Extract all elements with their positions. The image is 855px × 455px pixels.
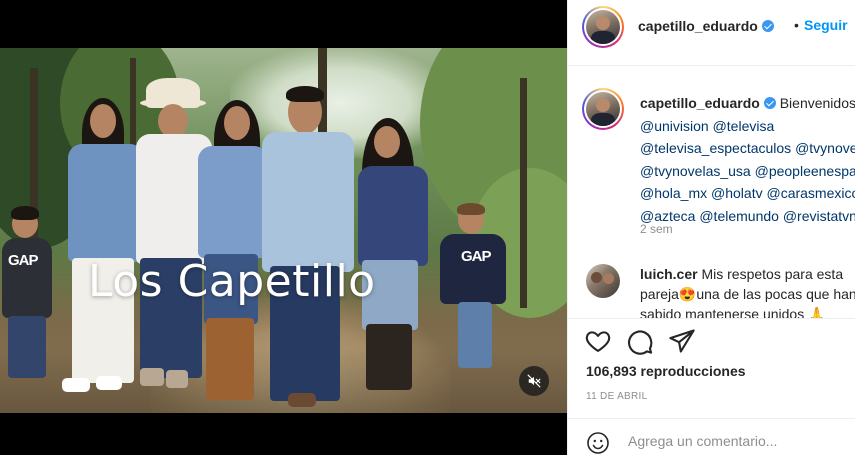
- child-jeans: [458, 302, 492, 368]
- avatar-border: [584, 8, 622, 46]
- comment-line-2: pareja😍una de las pocas que han: [640, 286, 855, 302]
- man-head: [158, 104, 188, 138]
- gap-logo-left: GAP: [8, 252, 38, 269]
- boot: [140, 368, 164, 386]
- caption-avatar[interactable]: [582, 88, 624, 130]
- caption-username[interactable]: capetillo_eduardo: [640, 95, 760, 111]
- child-jeans: [8, 316, 46, 378]
- caption-mentions-line[interactable]: @televisa_espectaculos @tvynovelas: [640, 137, 855, 160]
- post-actions: 106,893 reproducciones 11 DE ABRIL: [568, 318, 855, 418]
- emoji-picker-button[interactable]: [586, 431, 610, 455]
- child-hoodie: [440, 234, 506, 304]
- boot: [166, 370, 188, 388]
- mute-toggle-button[interactable]: [519, 366, 549, 396]
- woman-navy-top: [358, 166, 428, 266]
- woman-boots: [366, 324, 412, 390]
- caption-line-0: Bienvenidos: [779, 95, 855, 111]
- emoji-smile-icon: [587, 432, 609, 454]
- comment-line-3: sabido mantenerse unidos 🙏: [640, 306, 826, 318]
- header-username[interactable]: capetillo_eduardo: [638, 18, 774, 34]
- commenter-username[interactable]: luich.cer: [640, 266, 698, 282]
- avatar-image: [586, 92, 620, 126]
- caption-mentions-line[interactable]: @hola_mx @holatv @carasmexico: [640, 182, 855, 205]
- heart-icon: [585, 331, 611, 352]
- comment-line-1: Mis respetos para esta: [701, 266, 844, 282]
- header-avatar[interactable]: [582, 6, 624, 48]
- video-frame[interactable]: GAP GAP Los Capetillo: [0, 48, 567, 413]
- header-separator: •: [794, 17, 799, 33]
- video-overlay-title: Los Capetillo: [88, 256, 376, 307]
- comment-icon: [627, 330, 653, 355]
- commenter-avatar[interactable]: [586, 264, 620, 298]
- header-username-text[interactable]: capetillo_eduardo: [638, 18, 758, 34]
- sneaker: [96, 376, 122, 390]
- verified-badge-icon: [761, 20, 774, 32]
- paper-plane-icon: [669, 329, 695, 353]
- post-header: capetillo_eduardo • Seguir: [568, 0, 855, 66]
- woman-head: [90, 104, 116, 138]
- shoe: [288, 393, 316, 407]
- woman-denim-shirt: [68, 144, 144, 262]
- comment-item: luich.cer Mis respetos para esta pareja😍…: [568, 258, 855, 318]
- child-hair: [457, 203, 485, 215]
- like-button[interactable]: [584, 327, 612, 355]
- woman-head: [374, 126, 400, 158]
- child-hair: [11, 206, 39, 220]
- view-count[interactable]: 106,893 reproducciones: [586, 363, 746, 379]
- sneaker: [62, 378, 90, 392]
- gap-logo-right: GAP: [461, 248, 491, 265]
- post-media: GAP GAP Los Capetillo: [0, 0, 567, 455]
- avatar-image: [586, 10, 620, 44]
- add-comment-bar: [568, 418, 855, 455]
- woman-head: [224, 106, 250, 140]
- man-hair: [286, 86, 324, 102]
- man-blue-shirt: [262, 132, 354, 272]
- volume-muted-icon: [527, 374, 541, 388]
- caption-text: capetillo_eduardo Bienvenidos @univision…: [640, 92, 855, 227]
- child-hoodie: [2, 238, 52, 318]
- verified-badge-icon: [763, 97, 776, 109]
- share-button[interactable]: [668, 327, 696, 355]
- comment-text: luich.cer Mis respetos para esta pareja😍…: [640, 264, 855, 318]
- caption-mentions-line[interactable]: @univision @televisa: [640, 115, 855, 138]
- tree-trunk: [520, 78, 527, 308]
- comment-input[interactable]: [628, 429, 838, 453]
- post-date[interactable]: 11 DE ABRIL: [586, 391, 647, 402]
- follow-button[interactable]: Seguir: [804, 17, 848, 33]
- woman-boots: [206, 318, 254, 400]
- caption-mentions-line[interactable]: @tvynovelas_usa @peopleenespanol: [640, 160, 855, 183]
- avatar-border: [584, 90, 622, 128]
- comment-button[interactable]: [626, 327, 654, 355]
- caption-timestamp[interactable]: 2 sem: [640, 222, 673, 236]
- post-side-panel: capetillo_eduardo • Seguir capetillo_edu…: [567, 0, 855, 455]
- woman-denim-shirt: [198, 146, 268, 258]
